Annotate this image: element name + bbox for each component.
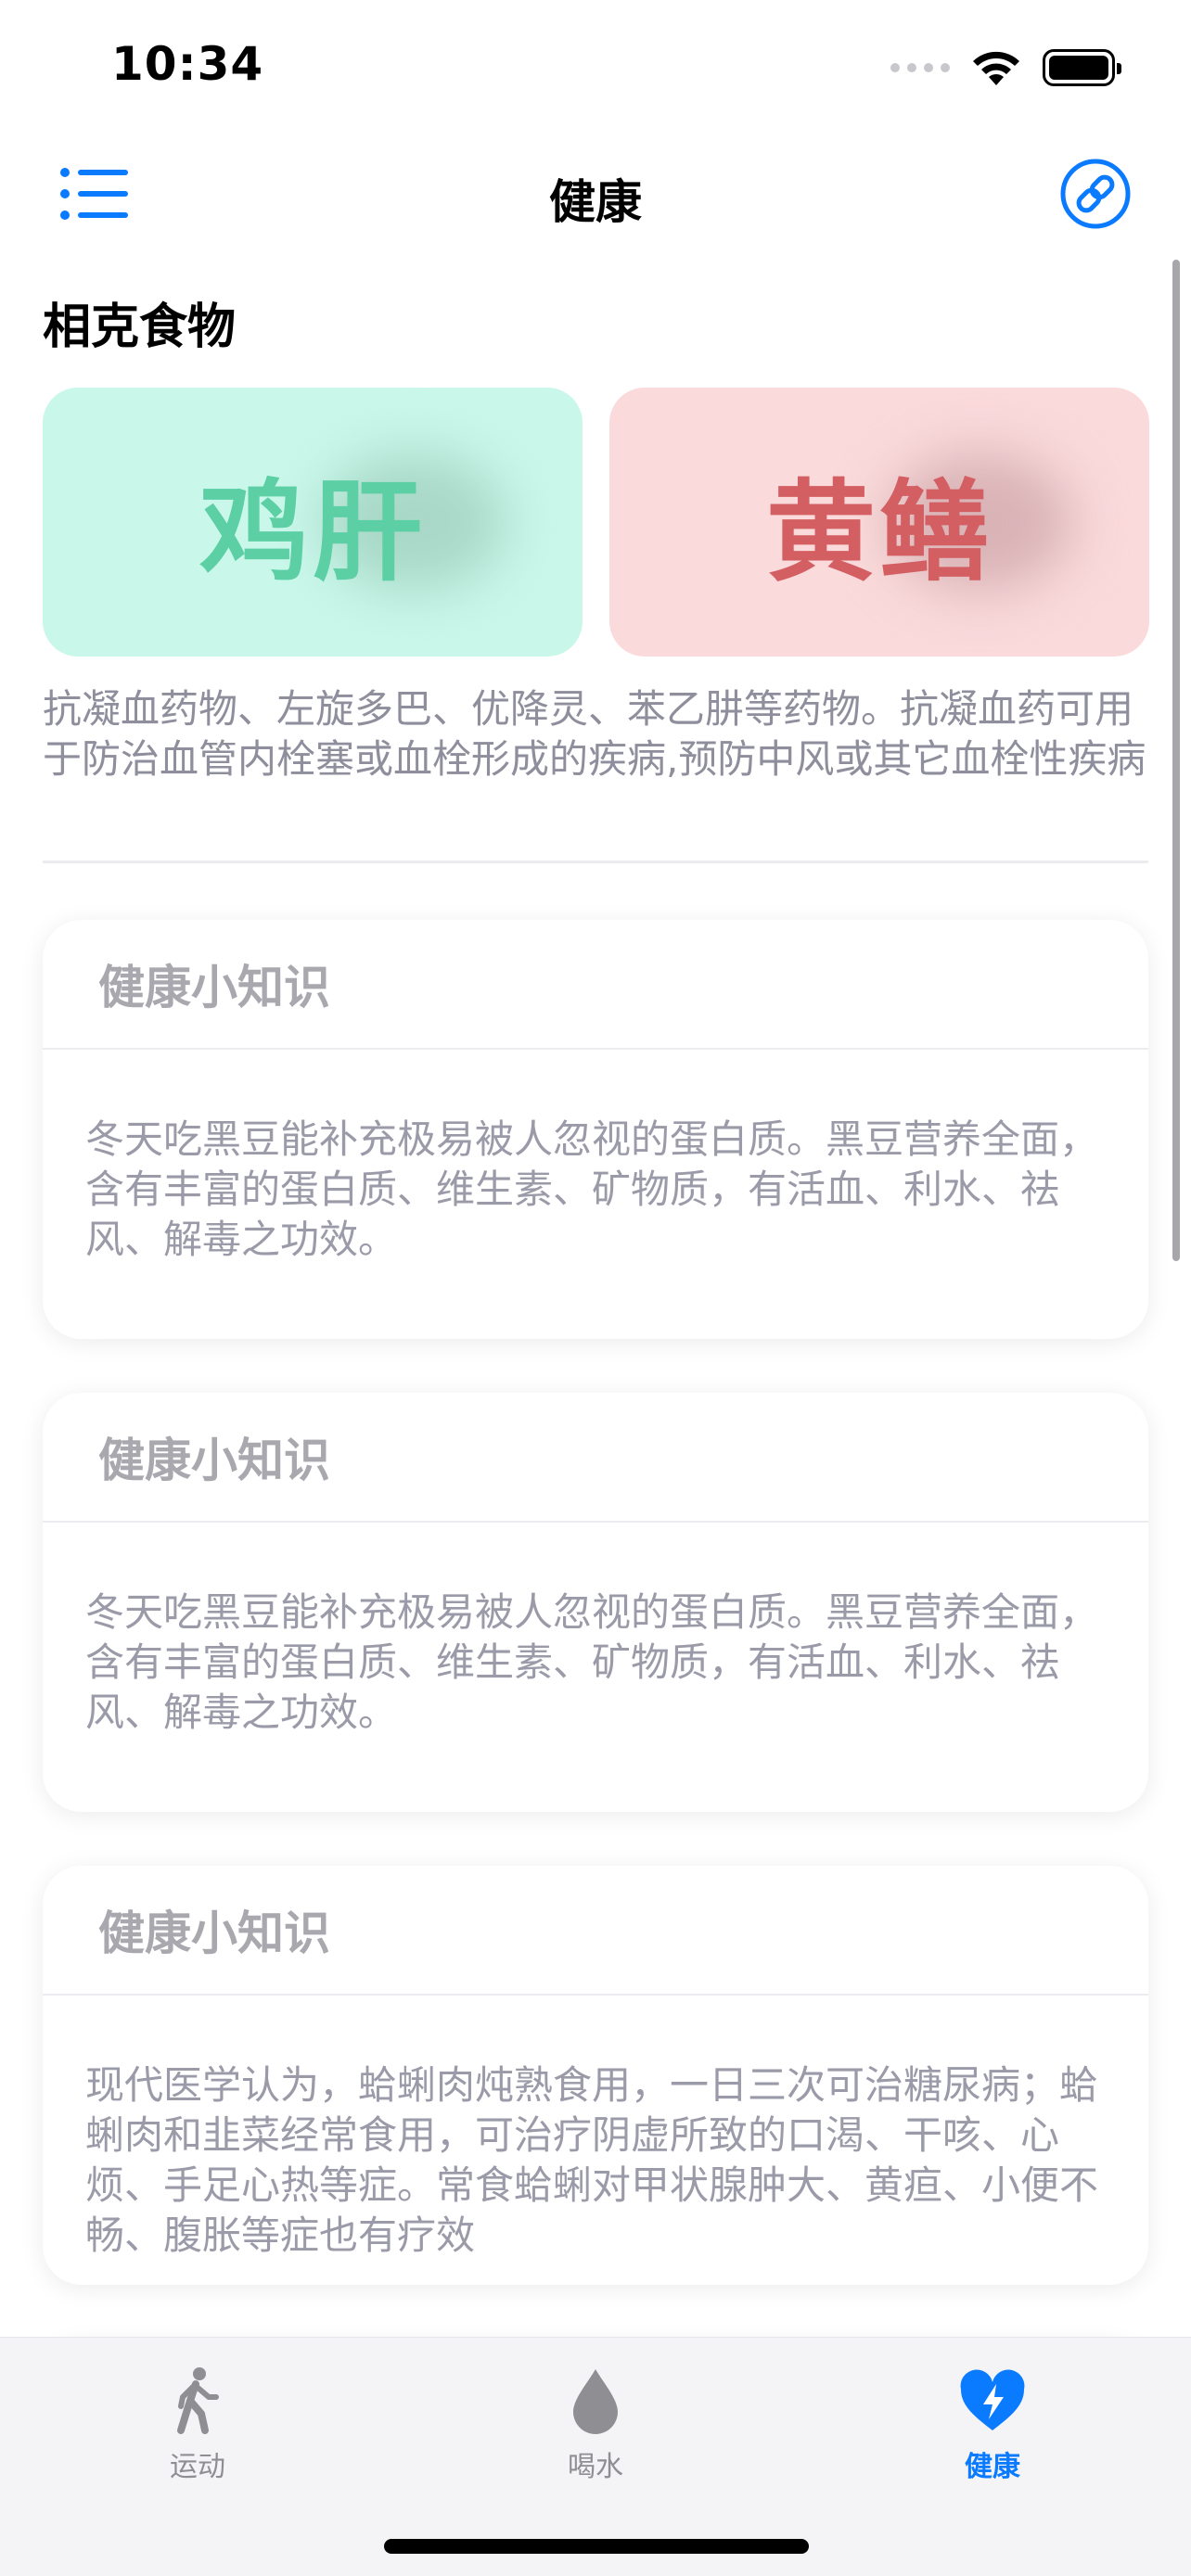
tip-body: 冬天吃黑豆能补充极易被人忽视的蛋白质。黑豆营养全面，含有丰富的蛋白质、维生素、矿… <box>85 1589 1099 1735</box>
heart-bolt-icon <box>960 2369 1025 2430</box>
cellular-signal-icon <box>890 63 950 72</box>
wifi-icon <box>973 51 1019 85</box>
divider <box>43 861 1148 863</box>
water-drop-icon <box>573 2369 618 2434</box>
status-icons <box>890 48 1121 87</box>
food-card-left[interactable]: 鸡肝 <box>43 388 583 657</box>
tip-title: 健康小知识 <box>43 1393 1148 1523</box>
tip-body: 现代医学认为，蛤蜊肉炖熟食用，一日三次可治糖尿病；蛤蜊肉和韭菜经常食用，可治疗阴… <box>85 2062 1099 2258</box>
screen: 10:34 健康 相克食物 鸡肝 黄鳝 抗凝血药物、左旋多巴、优降灵、苯乙肼等药… <box>0 0 1191 2576</box>
battery-icon <box>1043 49 1121 86</box>
food-name-left: 鸡肝 <box>198 467 426 596</box>
tab-label: 喝水 <box>568 2451 623 2483</box>
scrollbar[interactable] <box>1172 260 1180 1261</box>
food-name-right: 黄鳝 <box>765 467 992 596</box>
walking-icon <box>177 2367 219 2434</box>
tab-label: 健康 <box>965 2451 1020 2483</box>
nav-bar: 健康 <box>0 130 1191 260</box>
content-scroll[interactable]: 相克食物 鸡肝 黄鳝 抗凝血药物、左旋多巴、优降灵、苯乙肼等药物。抗凝血药可用于… <box>0 260 1191 2337</box>
tip-card[interactable]: 健康小知识 冬天吃黑豆能补充极易被人忽视的蛋白质。黑豆营养全面，含有丰富的蛋白质… <box>43 1393 1148 1812</box>
tip-body: 冬天吃黑豆能补充极易被人忽视的蛋白质。黑豆营养全面，含有丰富的蛋白质、维生素、矿… <box>85 1116 1099 1262</box>
tip-card[interactable]: 健康小知识 冬天吃黑豆能补充极易被人忽视的蛋白质。黑豆营养全面，含有丰富的蛋白质… <box>43 920 1148 1339</box>
tab-exercise[interactable]: 运动 <box>105 2366 290 2486</box>
tab-label: 运动 <box>170 2451 225 2483</box>
tab-health[interactable]: 健康 <box>900 2366 1085 2486</box>
tip-card[interactable]: 健康小知识 现代医学认为，蛤蜊肉炖熟食用，一日三次可治糖尿病；蛤蜊肉和韭菜经常食… <box>43 1866 1148 2285</box>
status-bar: 10:34 <box>0 0 1191 130</box>
food-card-right[interactable]: 黄鳝 <box>609 388 1149 657</box>
home-indicator[interactable] <box>384 2539 809 2554</box>
link-icon[interactable] <box>1059 158 1132 230</box>
tip-title: 健康小知识 <box>43 920 1148 1050</box>
status-time: 10:34 <box>111 37 264 91</box>
food-description: 抗凝血药物、左旋多巴、优降灵、苯乙肼等药物。抗凝血药可用于防治血管内栓塞或血栓形… <box>43 686 1146 782</box>
section-title: 相克食物 <box>43 300 237 355</box>
tab-water[interactable]: 喝水 <box>503 2366 688 2486</box>
tip-title: 健康小知识 <box>43 1866 1148 1996</box>
page-title: 健康 <box>549 175 642 229</box>
